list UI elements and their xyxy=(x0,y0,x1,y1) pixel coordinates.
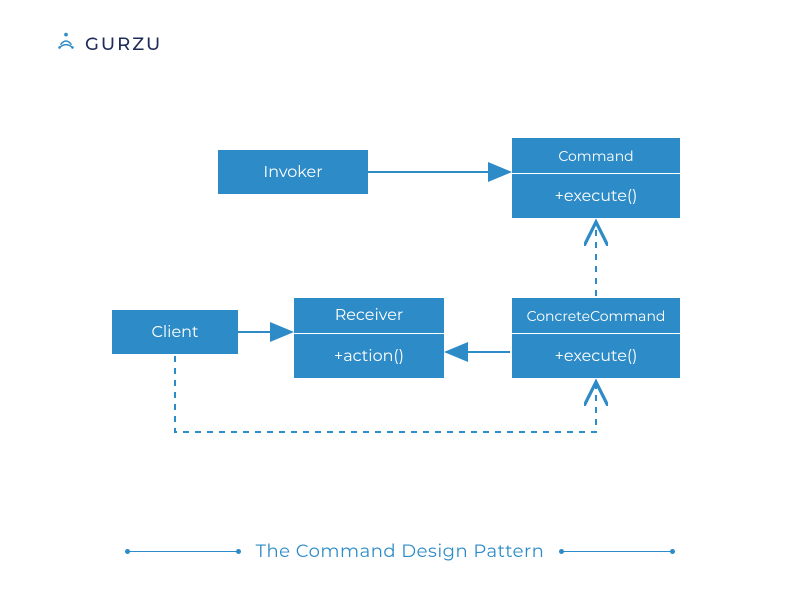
brand-icon xyxy=(55,30,77,57)
node-concrete-label: ConcreteCommand xyxy=(527,307,666,325)
node-client-label: Client xyxy=(152,323,199,342)
node-command-header: Command xyxy=(512,138,680,174)
brand-logo: GURZU xyxy=(55,30,162,57)
caption-rule-right xyxy=(562,551,672,552)
caption-row: The Command Design Pattern xyxy=(0,540,800,562)
node-concrete-header: ConcreteCommand xyxy=(512,298,680,334)
node-concrete-body: +execute() xyxy=(512,334,680,378)
caption-rule-left xyxy=(128,551,238,552)
node-client: Client xyxy=(112,310,238,354)
node-command-body: +execute() xyxy=(512,174,680,218)
node-receiver-label: Receiver xyxy=(335,306,404,325)
node-command-label: Command xyxy=(558,147,633,165)
node-concrete-method: +execute() xyxy=(555,347,638,366)
node-receiver-header: Receiver xyxy=(294,298,444,334)
node-invoker-label: Invoker xyxy=(263,163,322,182)
brand-name: GURZU xyxy=(85,33,162,55)
node-command-method: +execute() xyxy=(555,187,638,206)
node-invoker: Invoker xyxy=(218,150,368,194)
node-receiver-method: +action() xyxy=(334,347,404,366)
diagram-caption: The Command Design Pattern xyxy=(256,540,545,562)
node-receiver-body: +action() xyxy=(294,334,444,378)
